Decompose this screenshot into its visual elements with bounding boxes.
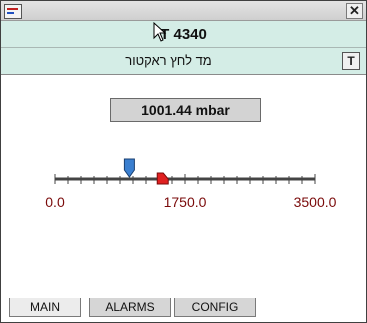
scale-bar xyxy=(54,158,316,185)
close-button[interactable]: ✕ xyxy=(346,3,363,19)
tab-bar: MAIN ALARMS CONFIG xyxy=(1,295,366,322)
mouse-cursor-icon xyxy=(153,22,167,42)
value-pointer-icon xyxy=(123,158,135,178)
scale-tick-label: 0.0 xyxy=(45,194,65,210)
setpoint-marker-icon xyxy=(156,172,169,185)
description-row: מד לחץ ראקטור T xyxy=(1,48,366,75)
trend-button[interactable]: T xyxy=(342,52,360,70)
title-bar[interactable]: ✕ xyxy=(1,1,366,21)
tag-header: T 4340 xyxy=(1,21,366,48)
app-window-icon xyxy=(4,4,22,19)
tab-main[interactable]: MAIN xyxy=(9,298,81,317)
tab-alarms[interactable]: ALARMS xyxy=(89,298,171,317)
value-display: 1001.44 mbar xyxy=(110,98,261,122)
scale-tick-label: 3500.0 xyxy=(293,194,337,210)
tag-title: T 4340 xyxy=(160,26,207,43)
tab-config[interactable]: CONFIG xyxy=(174,298,256,317)
scale-tick-label: 1750.0 xyxy=(163,194,207,210)
gauge-window: ✕ T 4340 מד לחץ ראקטור T 1001.44 mbar 0.… xyxy=(0,0,367,323)
tag-description: מד לחץ ראקטור xyxy=(125,53,212,68)
